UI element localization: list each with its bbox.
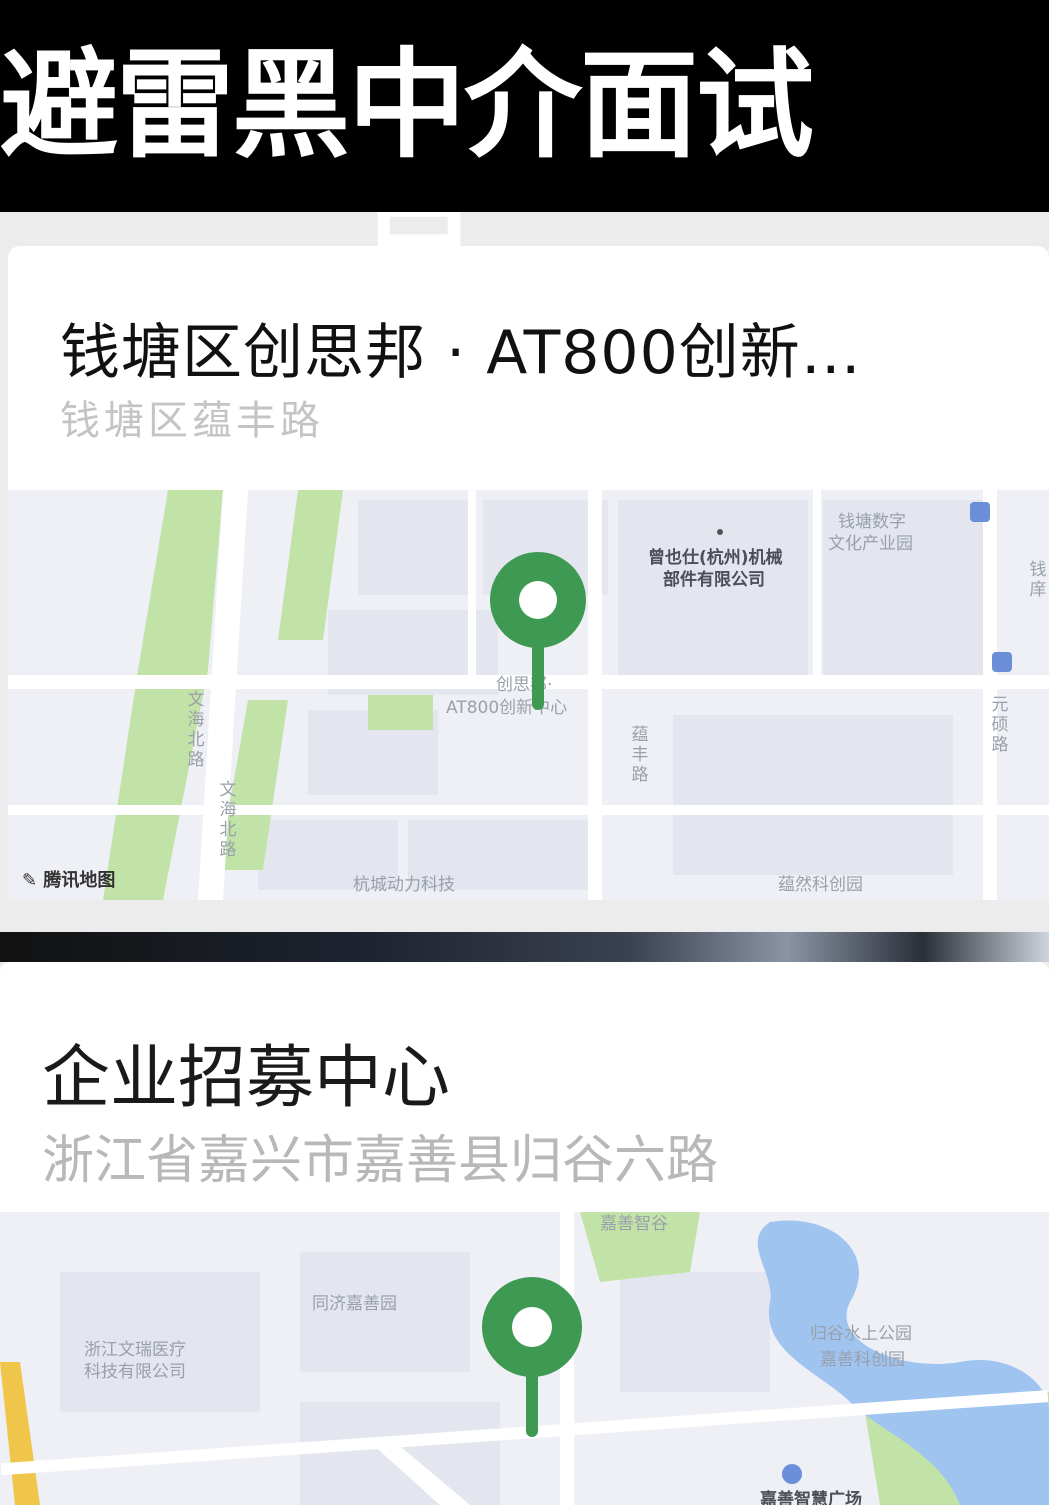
banner-overflow-char: 点 xyxy=(360,212,470,292)
location-map-1[interactable]: 曾也仕(杭州)机械 部件有限公司 钱塘数字 文化产业园 创思邦· AT800创新… xyxy=(8,490,1049,900)
top-banner: 避雷黑中介面试 xyxy=(0,0,1049,212)
image-divider xyxy=(0,932,1049,962)
banner-overflow: 点 xyxy=(360,212,470,292)
location-map-2[interactable]: 嘉善智谷 同济嘉善园 浙江文瑞医疗 科技有限公司 归谷水上公园 嘉善科创园 嘉善… xyxy=(0,1212,1049,1505)
location-pin-icon xyxy=(490,552,586,710)
location-title: 钱塘区创思邦 · AT800创新… xyxy=(60,318,862,388)
location-card-2[interactable]: 企业招募中心 浙江省嘉兴市嘉善县归谷六路 xyxy=(0,962,1049,1212)
banner-title: 避雷黑中介面试 xyxy=(0,36,814,174)
location-card-1[interactable]: 钱塘区创思邦 · AT800创新… 钱塘区蕴丰路 xyxy=(8,246,1049,490)
location-address: 钱塘区蕴丰路 xyxy=(60,398,324,444)
location-address: 浙江省嘉兴市嘉善县归谷六路 xyxy=(42,1131,719,1191)
location-title: 企业招募中心 xyxy=(42,1039,451,1118)
location-pin-icon xyxy=(482,1277,582,1437)
